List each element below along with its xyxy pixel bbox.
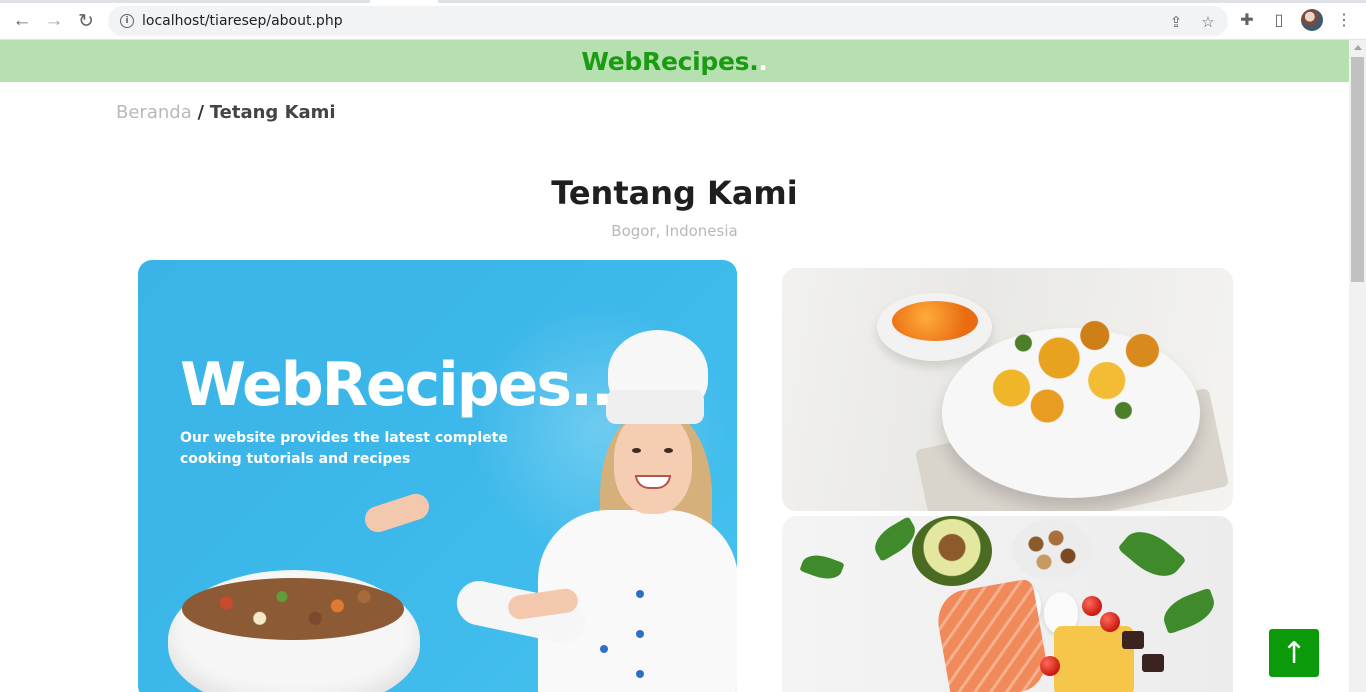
breadcrumb-separator: / xyxy=(197,102,205,123)
share-icon[interactable]: ⇪ xyxy=(1166,12,1186,32)
cherry-tomato xyxy=(1082,596,1102,616)
location-subtitle: Bogor, Indonesia xyxy=(611,222,738,240)
hero-description: Our website provides the latest complete… xyxy=(180,430,508,467)
salmon-fillet xyxy=(933,578,1051,692)
chef-eye xyxy=(664,448,673,453)
hero-title: WebRecipes.. xyxy=(180,350,614,420)
scroll-up-arrow-icon[interactable] xyxy=(1354,45,1362,50)
page-scrollbar[interactable] xyxy=(1349,40,1366,692)
healthy-ingredients-photo xyxy=(782,516,1233,692)
breadcrumb-current: Tetang Kami xyxy=(209,102,336,123)
site-header: WebRecipes.. xyxy=(0,40,1349,82)
breadcrumb-home-link[interactable]: Beranda xyxy=(116,102,192,123)
scrollbar-thumb[interactable] xyxy=(1351,57,1364,282)
page-viewport: WebRecipes.. Beranda / Tetang Kami Tenta… xyxy=(0,40,1349,692)
brand-dot: . xyxy=(758,46,768,76)
profile-avatar[interactable] xyxy=(1301,9,1323,31)
page-title: Tentang Kami xyxy=(551,174,798,212)
fried-snack-photo xyxy=(782,268,1233,511)
side-panel-icon[interactable]: ▯ xyxy=(1268,9,1290,31)
cherry-tomato xyxy=(1100,612,1120,632)
coat-button xyxy=(600,645,608,653)
spinach-leaf xyxy=(799,549,845,585)
brand-name: WebRecipes. xyxy=(581,46,759,76)
site-info-icon[interactable]: i xyxy=(120,14,134,28)
bowl-food-illustration xyxy=(182,578,404,640)
mixed-nuts xyxy=(1012,520,1092,580)
dark-chocolate xyxy=(1122,631,1144,649)
address-bar[interactable]: i localhost/tiaresep/about.php ⇪ ☆ xyxy=(108,6,1228,36)
cherry-tomato xyxy=(1040,656,1060,676)
spinach-leaf xyxy=(1117,520,1187,588)
back-icon[interactable]: ← xyxy=(10,9,34,33)
avocado xyxy=(912,516,992,586)
brand-logo[interactable]: WebRecipes.. xyxy=(581,46,768,76)
breadcrumb: Beranda / Tetang Kami xyxy=(116,102,336,123)
bookmark-star-icon[interactable]: ☆ xyxy=(1198,12,1218,32)
dark-chocolate xyxy=(1142,654,1164,672)
chef-eye xyxy=(632,448,641,453)
coat-button xyxy=(636,630,644,638)
chef-face xyxy=(614,412,692,514)
hero-banner-image: WebRecipes.. Our website provides the la… xyxy=(138,260,737,692)
coat-button xyxy=(636,590,644,598)
reload-icon[interactable]: ↻ xyxy=(74,9,98,33)
forward-icon[interactable]: → xyxy=(42,9,66,33)
tab-strip xyxy=(438,0,1366,3)
browser-toolbar: ← → ↻ i localhost/tiaresep/about.php ⇪ ☆… xyxy=(0,0,1366,40)
browser-menu-icon[interactable]: ⋮ xyxy=(1333,9,1355,31)
chef-hand xyxy=(361,490,433,536)
url-text[interactable]: localhost/tiaresep/about.php xyxy=(142,13,343,29)
back-to-top-button[interactable]: ↑ xyxy=(1269,629,1319,677)
spinach-leaf xyxy=(1158,587,1220,635)
chef-hat-band xyxy=(606,390,704,424)
extensions-icon[interactable]: ✚ xyxy=(1236,9,1258,31)
fried-fritters xyxy=(952,298,1190,448)
coat-button xyxy=(636,670,644,678)
chili-sauce xyxy=(892,301,978,341)
tab-strip xyxy=(0,0,370,3)
